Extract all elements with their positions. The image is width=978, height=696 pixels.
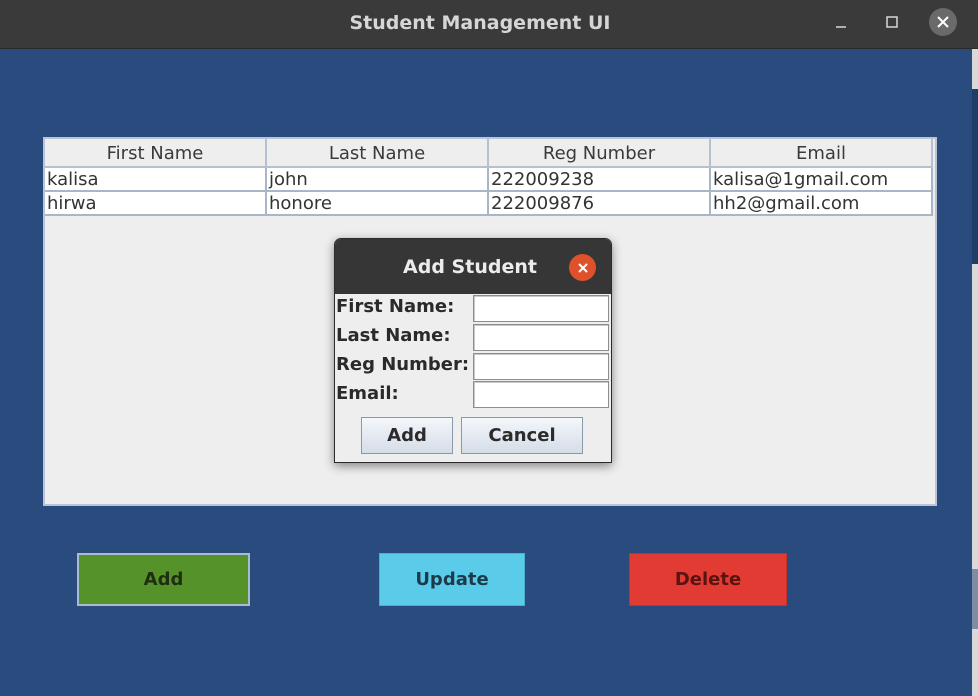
cell-first-name[interactable]: kalisa: [45, 168, 267, 192]
column-header-last-name[interactable]: Last Name: [267, 139, 489, 168]
student-table: First Name Last Name Reg Number Email ka…: [45, 139, 935, 216]
table-row[interactable]: hirwa honore 222009876 hh2@gmail.com: [45, 192, 935, 216]
email-field[interactable]: [473, 381, 609, 408]
close-icon[interactable]: [929, 8, 957, 36]
cell-email[interactable]: hh2@gmail.com: [711, 192, 933, 216]
dialog-add-button[interactable]: Add: [361, 417, 453, 454]
title-bar[interactable]: Student Management UI: [0, 0, 978, 49]
add-student-dialog: Add Student First Name: Last Name: Reg N…: [334, 238, 612, 463]
dialog-cancel-button[interactable]: Cancel: [461, 417, 583, 454]
minimize-icon[interactable]: [827, 8, 855, 36]
table-header: First Name Last Name Reg Number Email: [45, 139, 935, 168]
add-button[interactable]: Add: [77, 553, 250, 606]
window-title: Student Management UI: [349, 12, 611, 34]
cell-reg-number[interactable]: 222009876: [489, 192, 711, 216]
reg-number-field[interactable]: [473, 353, 609, 380]
reg-number-label: Reg Number:: [336, 354, 470, 375]
last-name-label: Last Name:: [336, 325, 451, 346]
first-name-label: First Name:: [336, 296, 455, 317]
table-row[interactable]: kalisa john 222009238 kalisa@1gmail.com: [45, 168, 935, 192]
update-button[interactable]: Update: [379, 553, 525, 606]
delete-button[interactable]: Delete: [629, 553, 787, 606]
dialog-title-bar[interactable]: Add Student: [335, 239, 611, 294]
maximize-icon[interactable]: [878, 8, 906, 36]
first-name-field[interactable]: [473, 295, 609, 322]
column-header-reg-number[interactable]: Reg Number: [489, 139, 711, 168]
last-name-field[interactable]: [473, 324, 609, 351]
close-icon[interactable]: [569, 254, 596, 281]
column-header-email[interactable]: Email: [711, 139, 933, 168]
main-window: Student Management UI First Name Last Na…: [0, 0, 978, 696]
cell-last-name[interactable]: john: [267, 168, 489, 192]
column-header-first-name[interactable]: First Name: [45, 139, 267, 168]
cell-last-name[interactable]: honore: [267, 192, 489, 216]
email-label: Email:: [336, 383, 399, 404]
cell-reg-number[interactable]: 222009238: [489, 168, 711, 192]
dialog-title: Add Student: [403, 256, 537, 278]
cell-email[interactable]: kalisa@1gmail.com: [711, 168, 933, 192]
cell-first-name[interactable]: hirwa: [45, 192, 267, 216]
background-window-edge: [972, 49, 978, 696]
